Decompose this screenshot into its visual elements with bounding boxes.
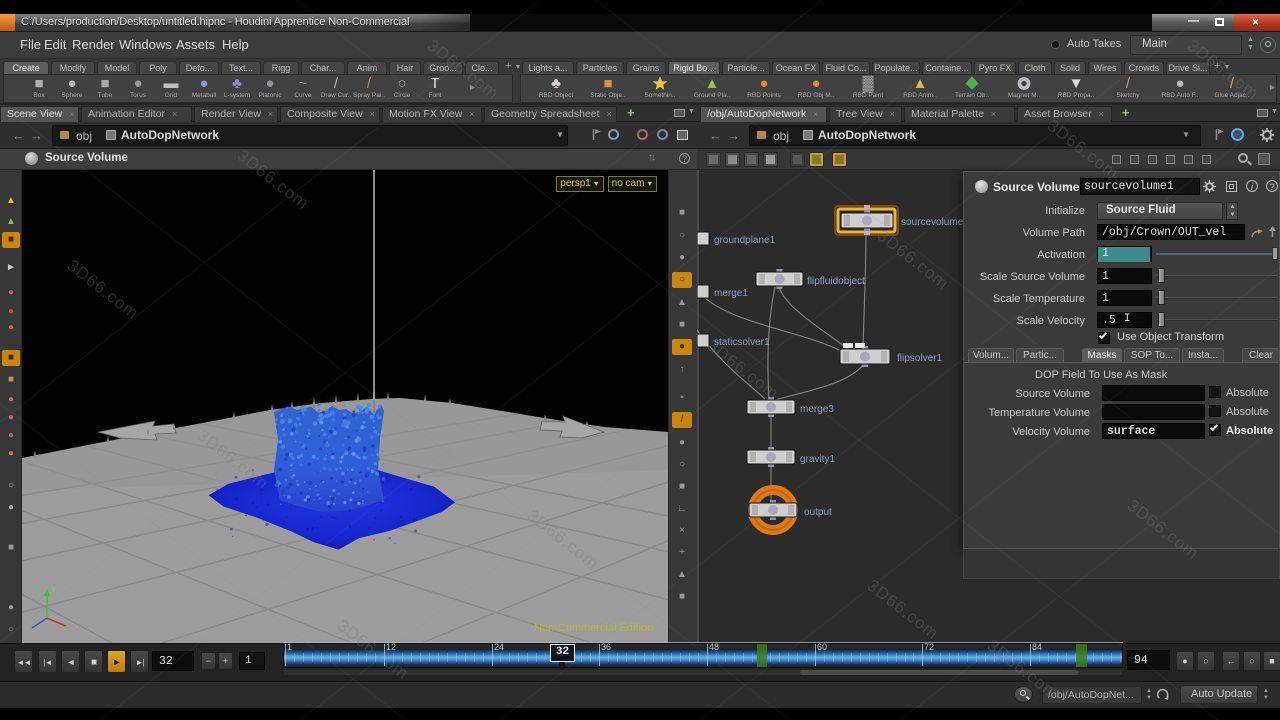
svg-text:flipsolver1: flipsolver1 xyxy=(897,353,942,364)
svg-text:Non-Commercial Edition: Non-Commercial Edition xyxy=(534,622,653,634)
svg-text:y: y xyxy=(52,584,56,593)
svg-text:output: output xyxy=(804,507,832,518)
svg-text:merge1: merge1 xyxy=(714,288,748,299)
svg-text:groundplane1: groundplane1 xyxy=(714,235,776,246)
